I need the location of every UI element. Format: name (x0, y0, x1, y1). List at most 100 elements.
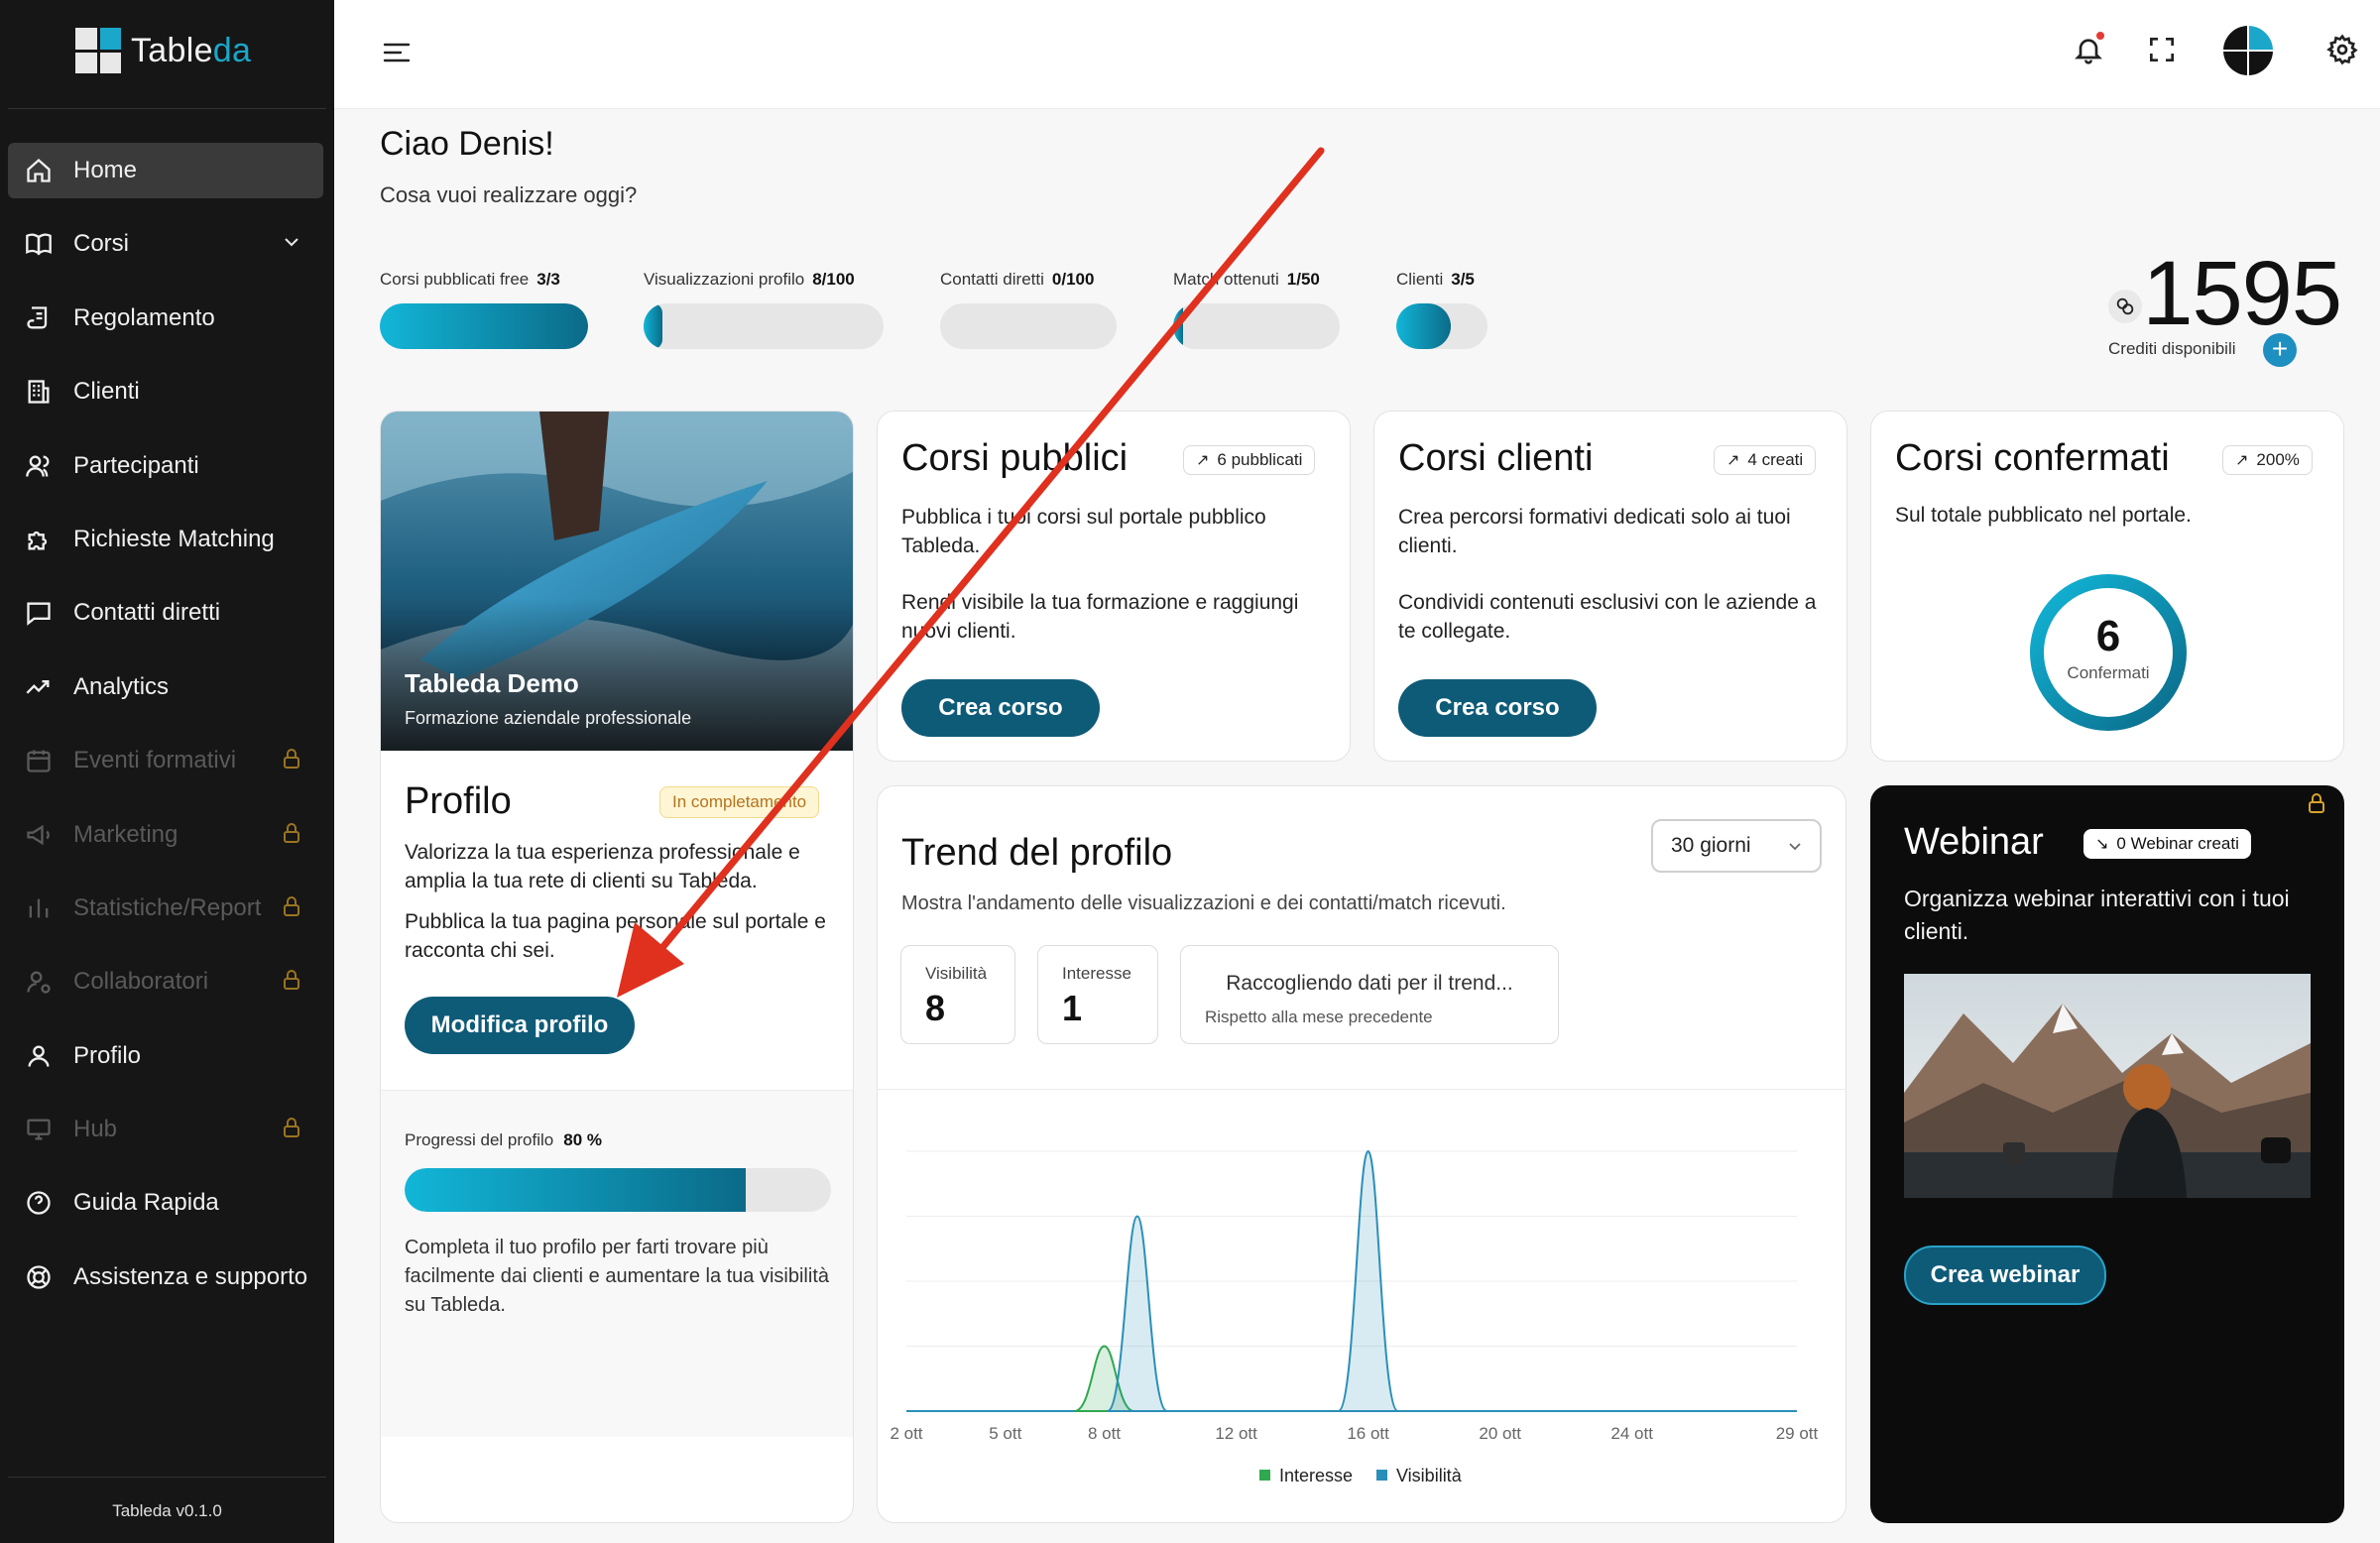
sidebar-nav: Home Corsi Regolamento Clienti Partecipanti R… (8, 143, 323, 1323)
trend-up-icon: ↗ (2235, 452, 2249, 469)
x-tick-label: 12 ott (1215, 1424, 1257, 1443)
puzzle-icon (24, 525, 54, 554)
bar-chart-icon (24, 893, 54, 923)
sidebar-divider (8, 108, 326, 109)
edit-profile-button[interactable]: Modifica profilo (405, 997, 635, 1054)
sidebar-item-clienti[interactable]: Clienti (8, 364, 323, 419)
sidebar-item-label: Statistiche/Report (73, 893, 262, 921)
logo-text: Tableda (131, 31, 252, 69)
usage-stat-bar (1396, 303, 1488, 349)
credits-label: Crediti disponibili (2108, 339, 2236, 358)
logo-mark-icon (75, 28, 121, 73)
sidebar-item-label: Corsi (73, 230, 130, 258)
sidebar-item-label: Regolamento (73, 303, 215, 331)
sidebar-item-hub[interactable]: Hub (8, 1102, 323, 1157)
book-icon (24, 229, 54, 259)
sidebar-item-richieste-matching[interactable]: Richieste Matching (8, 512, 323, 567)
bell-icon[interactable] (2073, 32, 2108, 69)
chevron-down-icon[interactable] (280, 230, 305, 256)
sidebar-item-marketing[interactable]: Marketing (8, 807, 323, 863)
metric-label: Interesse (1062, 964, 1131, 983)
profile-title: Profilo (405, 780, 512, 822)
sidebar-item-label: Collaboratori (73, 968, 209, 996)
sidebar-item-label: Clienti (73, 378, 140, 406)
trend-badge: ↗ 6 pubblicati (1183, 445, 1316, 475)
message-icon (24, 598, 54, 628)
x-tick-label: 24 ott (1610, 1424, 1653, 1443)
profile-cover-image: Tableda Demo Formazione aziendale profes… (381, 412, 853, 751)
period-select[interactable]: 30 giorni (1651, 819, 1822, 873)
sidebar-item-label: Hub (73, 1116, 118, 1143)
lock-icon (280, 1116, 305, 1141)
sidebar-item-assistenza-e-supporto[interactable]: Assistenza e supporto (8, 1249, 323, 1305)
sidebar-item-analytics[interactable]: Analytics (8, 659, 323, 715)
gear-icon[interactable] (2326, 34, 2362, 69)
card-title: Corsi confermati (1895, 437, 2170, 479)
legend-swatch (1376, 1470, 1387, 1481)
sidebar-item-label: Richieste Matching (73, 525, 275, 552)
trend-status-subtext: Rispetto alla mese precedente (1205, 1008, 1433, 1026)
sidebar-item-regolamento[interactable]: Regolamento (8, 291, 323, 346)
credits-value: 1595 (2142, 243, 2342, 344)
credits-widget: 1595 Crediti disponibili + (2107, 242, 2345, 371)
card-title: Trend del profilo (901, 832, 1173, 874)
x-tick-label: 2 ott (890, 1424, 922, 1443)
card-title: Webinar (1904, 821, 2044, 863)
usage-stat-fill (1396, 303, 1452, 349)
lock-icon (280, 747, 305, 772)
sidebar-item-corsi[interactable]: Corsi (8, 216, 323, 272)
usage-stat-bar (1173, 303, 1340, 349)
coins-icon (2108, 290, 2142, 323)
profile-card: Tableda Demo Formazione aziendale profes… (380, 411, 854, 1523)
card-description: Sul totale pubblicato nel portale. (1895, 504, 2192, 527)
company-tagline: Formazione aziendale professionale (405, 708, 692, 728)
sidebar-item-profilo[interactable]: Profilo (8, 1028, 323, 1084)
series-visibilit-peak (1106, 1215, 1168, 1412)
sidebar-item-label: Home (73, 157, 138, 183)
menu-toggle-icon[interactable] (382, 40, 412, 65)
chevron-down-icon (1789, 843, 1801, 851)
sidebar-item-label: Contatti diretti (73, 599, 221, 627)
lock-icon (280, 821, 305, 847)
create-public-course-button[interactable]: Crea corso (901, 679, 1100, 737)
avatar[interactable] (2223, 26, 2273, 75)
page-title: Ciao Denis! (380, 125, 554, 163)
sidebar-item-label: Guida Rapida (73, 1189, 219, 1217)
confirmed-label: Confermati (2067, 663, 2150, 682)
sidebar-item-eventi-formativi[interactable]: Eventi formativi (8, 733, 323, 788)
help-circle-icon (24, 1188, 54, 1218)
app-logo[interactable]: Tableda (75, 28, 251, 73)
webinar-card: Webinar ↘ 0 Webinar creati Organizza webi… (1870, 785, 2344, 1523)
client-courses-card: Corsi clienti ↗ 4 creati Crea percorsi fo… (1373, 411, 1847, 762)
fullscreen-icon[interactable] (2146, 34, 2182, 69)
trend-up-icon: ↗ (1726, 452, 1740, 469)
metric-value: 8 (925, 988, 946, 1028)
profile-progress-section: Progressi del profilo 80 % Completa il tu… (381, 1090, 853, 1437)
webinar-count-badge: ↘ 0 Webinar creati (2083, 829, 2251, 859)
sidebar-item-home[interactable]: Home (8, 143, 323, 198)
lifebuoy-icon (24, 1262, 54, 1292)
card-description: Crea percorsi formativi dedicati solo ai… (1398, 506, 1791, 557)
usage-stat-bar (380, 303, 588, 349)
status-badge: In completamento (659, 786, 820, 818)
create-client-course-button[interactable]: Crea corso (1398, 679, 1597, 737)
trend-icon (24, 672, 54, 702)
users-icon (24, 451, 54, 481)
sidebar-item-statistiche-report[interactable]: Statistiche/Report (8, 881, 323, 936)
sidebar-item-partecipanti[interactable]: Partecipanti (8, 438, 323, 494)
x-tick-label: 8 ott (1088, 1424, 1121, 1443)
sidebar-item-collaboratori[interactable]: Collaboratori (8, 954, 323, 1009)
sidebar-item-guida-rapida[interactable]: Guida Rapida (8, 1175, 323, 1231)
card-description-secondary: Rendi visibile la tua formazione e raggi… (901, 591, 1299, 643)
add-credits-button[interactable]: + (2263, 333, 2297, 367)
trend-status-text: Raccogliendo dati per il trend... (1226, 972, 1513, 995)
usage-stat-label: Clienti 3/5 (1396, 270, 1475, 289)
metric-label: Visibilità (925, 964, 988, 983)
card-title: Corsi pubblici (901, 437, 1129, 479)
create-webinar-button[interactable]: Crea webinar (1904, 1246, 2106, 1305)
trend-up-icon: ↗ (1196, 452, 1210, 469)
usage-stat-bar (940, 303, 1117, 349)
profile-progress-fill (405, 1168, 746, 1212)
sidebar-item-contatti-diretti[interactable]: Contatti diretti (8, 585, 323, 641)
usage-stat: Match ottenuti 1/50 (1173, 270, 1340, 349)
